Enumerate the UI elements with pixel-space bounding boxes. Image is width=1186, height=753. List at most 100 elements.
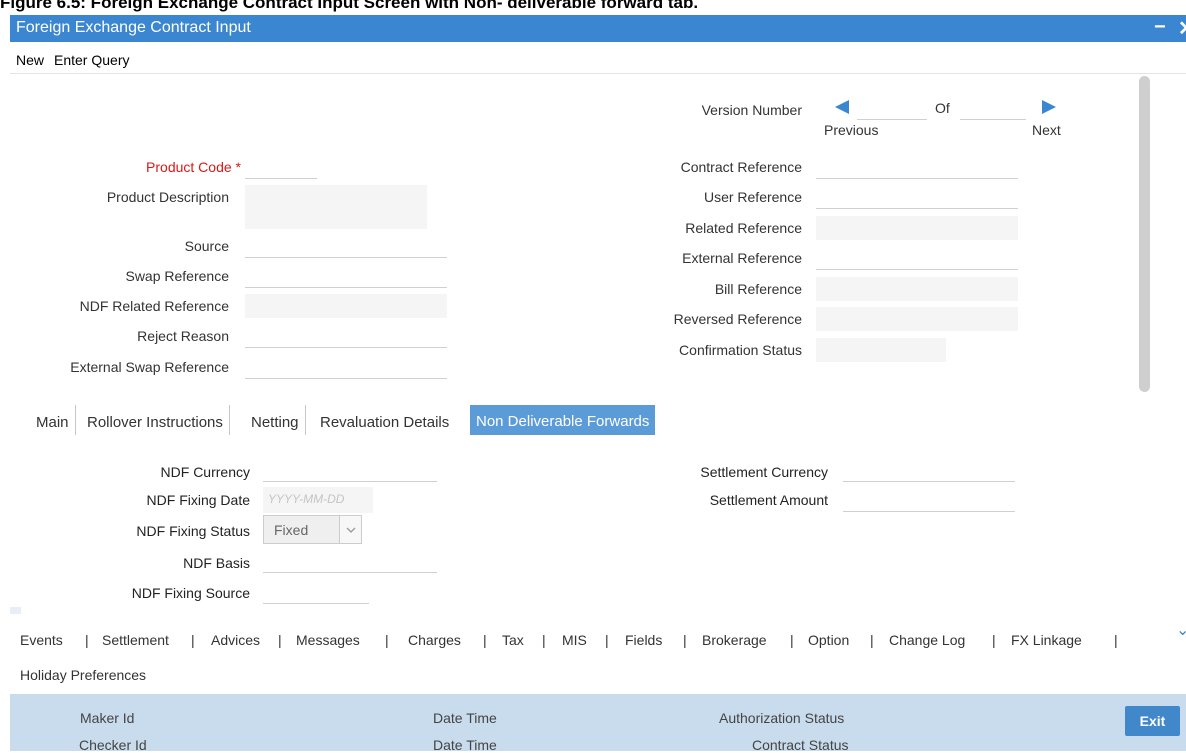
maker-date-time-label: Date Time xyxy=(433,710,497,726)
chevron-down-icon xyxy=(339,516,361,543)
link-change-log[interactable]: Change Log xyxy=(889,632,965,648)
link-settlement[interactable]: Settlement xyxy=(102,632,169,648)
figure-caption: Figure 6.5: Foreign Exchange Contract In… xyxy=(0,0,699,12)
source-label: Source xyxy=(184,238,229,254)
settlement-currency-label: Settlement Currency xyxy=(700,464,828,480)
menu-new[interactable]: New xyxy=(16,52,44,68)
settlement-currency-input[interactable] xyxy=(843,458,1015,482)
window-title: Foreign Exchange Contract Input xyxy=(16,19,251,36)
reject-reason-label: Reject Reason xyxy=(137,328,229,344)
tab-main[interactable]: Main xyxy=(30,405,76,435)
external-reference-label: External Reference xyxy=(682,250,802,266)
product-description-label: Product Description xyxy=(106,189,229,205)
section-divider xyxy=(10,607,21,614)
settlement-amount-input[interactable] xyxy=(843,488,1015,512)
link-separator: | xyxy=(605,632,609,648)
menu-enter-query[interactable]: Enter Query xyxy=(54,52,129,68)
product-description-field xyxy=(245,185,427,229)
reversed-reference-label: Reversed Reference xyxy=(673,311,802,327)
swap-reference-input[interactable] xyxy=(245,264,447,288)
bill-reference-label: Bill Reference xyxy=(714,281,802,297)
swap-reference-label: Swap Reference xyxy=(125,268,229,284)
link-separator: | xyxy=(85,632,89,648)
of-label: Of xyxy=(935,100,950,116)
link-events[interactable]: Events xyxy=(20,632,63,648)
related-reference-field xyxy=(816,216,1018,240)
link-separator: | xyxy=(385,632,389,648)
link-separator: | xyxy=(870,632,874,648)
source-input[interactable] xyxy=(245,234,447,258)
link-separator: | xyxy=(1114,632,1118,648)
link-separator: | xyxy=(790,632,794,648)
previous-button[interactable] xyxy=(834,99,850,120)
required-marker: * xyxy=(235,159,241,175)
link-advices[interactable]: Advices xyxy=(211,632,260,648)
close-icon[interactable]: ✕ xyxy=(1178,16,1186,41)
chevron-down-icon[interactable]: ⌄ xyxy=(1176,620,1186,640)
vertical-scrollbar[interactable] xyxy=(1139,76,1150,392)
product-code-label: Product Code * xyxy=(20,159,241,175)
version-number-label: Version Number xyxy=(701,102,802,118)
link-separator: | xyxy=(278,632,282,648)
link-holiday-preferences[interactable]: Holiday Preferences xyxy=(20,667,146,683)
link-separator: | xyxy=(542,632,546,648)
ndf-related-reference-field xyxy=(245,294,447,318)
link-separator: | xyxy=(191,632,195,648)
menu-bar: New Enter Query xyxy=(10,42,1186,74)
link-separator: | xyxy=(992,632,996,648)
tab-netting[interactable]: Netting xyxy=(245,405,306,435)
link-fields[interactable]: Fields xyxy=(625,632,662,648)
left-triangle-icon xyxy=(835,100,849,114)
subsystem-links: Events | Settlement | Advices | Messages… xyxy=(10,622,1186,690)
version-total-field[interactable] xyxy=(960,96,1026,120)
product-code-label-text: Product Code xyxy=(146,159,232,175)
bill-reference-field xyxy=(816,277,1018,301)
external-swap-reference-input[interactable] xyxy=(245,355,447,379)
reversed-reference-field xyxy=(816,307,1018,331)
user-reference-input[interactable] xyxy=(816,185,1018,209)
minimize-icon[interactable]: − xyxy=(1154,16,1166,39)
ndf-fixing-status-label: NDF Fixing Status xyxy=(136,523,250,539)
ndf-basis-label: NDF Basis xyxy=(183,555,250,571)
link-mis[interactable]: MIS xyxy=(562,632,587,648)
link-charges[interactable]: Charges xyxy=(408,632,461,648)
external-reference-input[interactable] xyxy=(816,246,1018,270)
ndf-related-reference-label: NDF Related Reference xyxy=(79,298,229,314)
tab-rollover-instructions[interactable]: Rollover Instructions xyxy=(81,405,230,435)
previous-label[interactable]: Previous xyxy=(824,122,878,138)
tab-non-deliverable-forwards[interactable]: Non Deliverable Forwards xyxy=(470,405,656,435)
exit-button[interactable]: Exit xyxy=(1125,706,1180,736)
ndf-fixing-date-field: YYYY-MM-DD xyxy=(263,487,373,513)
user-reference-label: User Reference xyxy=(703,189,802,205)
next-button[interactable] xyxy=(1041,99,1057,120)
product-code-input[interactable] xyxy=(245,155,317,179)
link-brokerage[interactable]: Brokerage xyxy=(702,632,767,648)
ndf-basis-input[interactable] xyxy=(263,549,437,573)
window-titlebar: Foreign Exchange Contract Input − ✕ xyxy=(10,15,1186,42)
ndf-fixing-date-label: NDF Fixing Date xyxy=(146,492,250,508)
link-fx-linkage[interactable]: FX Linkage xyxy=(1011,632,1082,648)
maker-id-label: Maker Id xyxy=(80,710,135,726)
link-tax[interactable]: Tax xyxy=(502,632,524,648)
related-reference-label: Related Reference xyxy=(685,220,802,236)
link-option[interactable]: Option xyxy=(808,632,849,648)
ndf-fixing-status-value: Fixed xyxy=(274,522,309,538)
ndf-currency-label: NDF Currency xyxy=(160,464,250,480)
ndf-fixing-status-select[interactable]: Fixed xyxy=(263,515,362,544)
contract-reference-label: Contract Reference xyxy=(680,159,802,175)
ndf-fixing-source-label: NDF Fixing Source xyxy=(131,585,250,601)
next-label[interactable]: Next xyxy=(1032,122,1061,138)
contract-reference-input[interactable] xyxy=(816,155,1018,179)
tab-revaluation-details[interactable]: Revaluation Details xyxy=(314,405,455,435)
link-separator: | xyxy=(683,632,687,648)
ndf-fixing-source-input[interactable] xyxy=(263,580,369,604)
audit-footer: Maker Id Checker Id Date Time Date Time … xyxy=(10,694,1186,753)
confirmation-status-label: Confirmation Status xyxy=(679,342,802,358)
reject-reason-input[interactable] xyxy=(245,324,447,348)
version-current-field[interactable] xyxy=(857,96,927,120)
link-separator: | xyxy=(483,632,487,648)
confirmation-status-field xyxy=(816,338,946,362)
ndf-currency-input[interactable] xyxy=(263,458,437,482)
link-messages[interactable]: Messages xyxy=(296,632,360,648)
external-swap-reference-label: External Swap Reference xyxy=(70,359,229,375)
